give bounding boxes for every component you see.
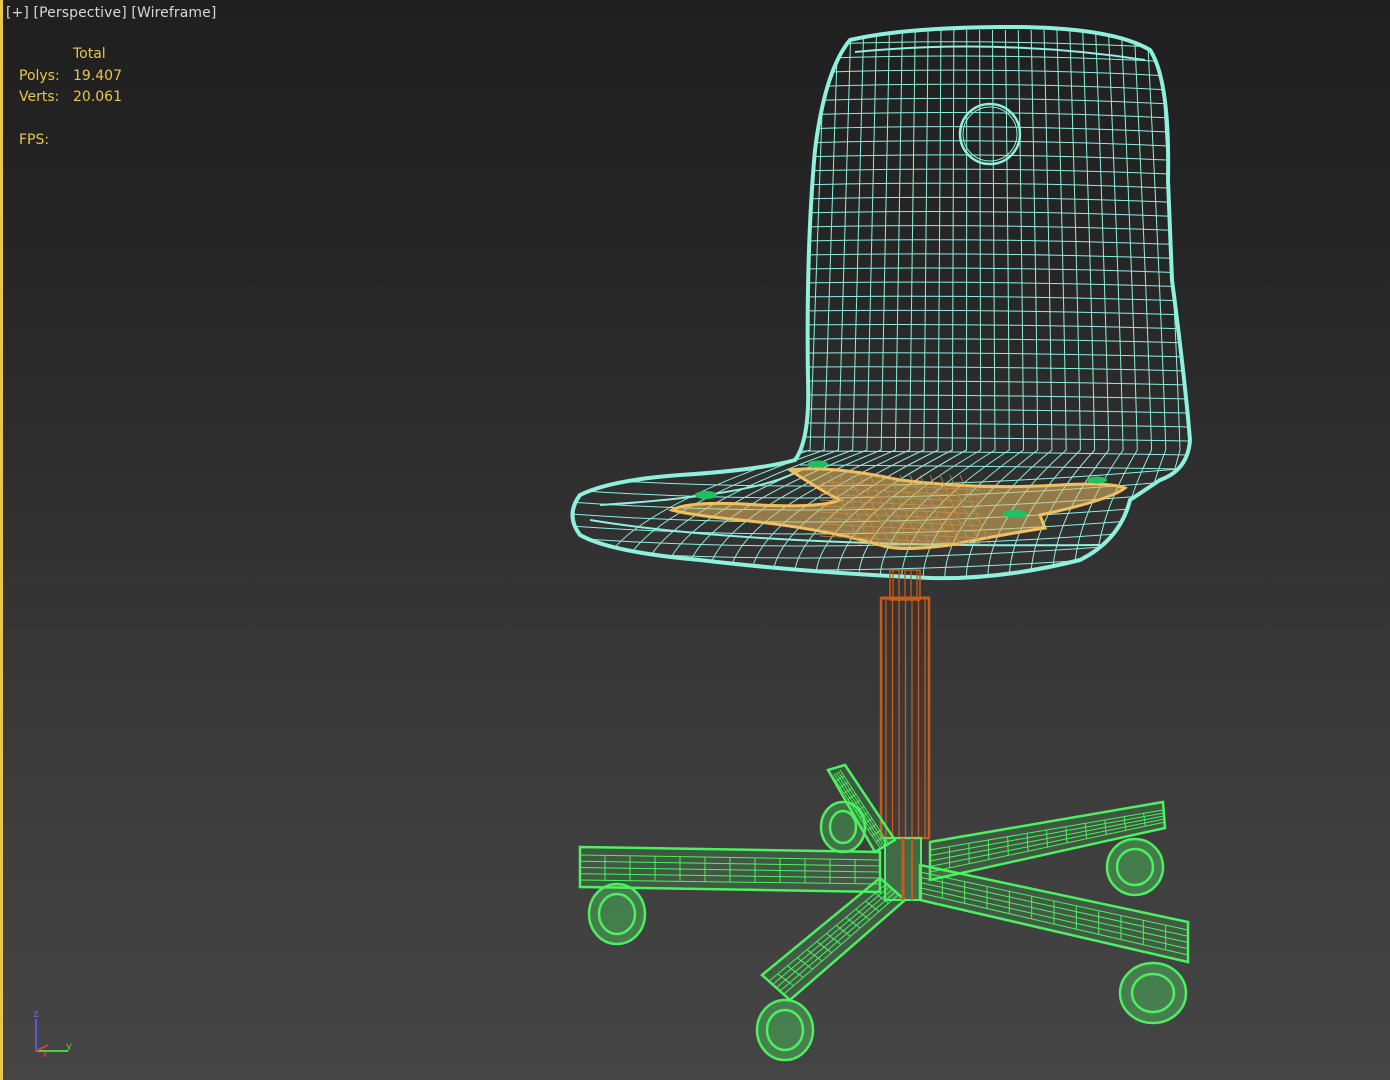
gas-column-wireframe[interactable] (879, 569, 931, 840)
leg-wire-line (987, 839, 990, 860)
shell-grid-line (799, 352, 1190, 358)
shell-grid-line (799, 324, 1190, 330)
axis-y-label: y (66, 1041, 72, 1052)
axis-x-label: x (42, 1049, 48, 1060)
shell-grid-line (799, 112, 1190, 120)
shell-grid-line (799, 126, 1190, 134)
leg-wire-line (1007, 836, 1009, 856)
seat-plate-wireframe[interactable] (668, 460, 1128, 550)
axis-tripod-gizmo: z x y (33, 1009, 72, 1060)
shell-grid-line (799, 338, 1190, 344)
shell-grid-line (799, 69, 1190, 78)
shell-grid-line (799, 140, 1190, 148)
caster-wheel (587, 882, 647, 946)
caster-wheel (1105, 837, 1165, 897)
shell-grid-line (1137, 29, 1167, 579)
shell-grid-line (799, 168, 1190, 176)
caster-wheel (1118, 961, 1188, 1025)
shell-grid-line (799, 196, 1190, 204)
shell-grid-line (799, 182, 1190, 190)
chair-wireframe-scene[interactable] (0, 0, 1390, 1080)
shell-grid-line (799, 55, 1190, 64)
shell-grid-line (799, 295, 1190, 302)
perspective-viewport[interactable]: [+] [Perspective] [Wireframe] Total Poly… (0, 0, 1390, 1080)
shell-grid-line (799, 83, 1190, 92)
star-base-wireframe[interactable] (578, 763, 1190, 1062)
caster-wheel (819, 800, 867, 854)
shell-grid-line (799, 253, 1190, 260)
shell-grid-line (799, 464, 1190, 470)
caster-wheel (755, 998, 815, 1062)
shell-grid-line (799, 309, 1190, 316)
axis-z-label: z (33, 1009, 38, 1020)
